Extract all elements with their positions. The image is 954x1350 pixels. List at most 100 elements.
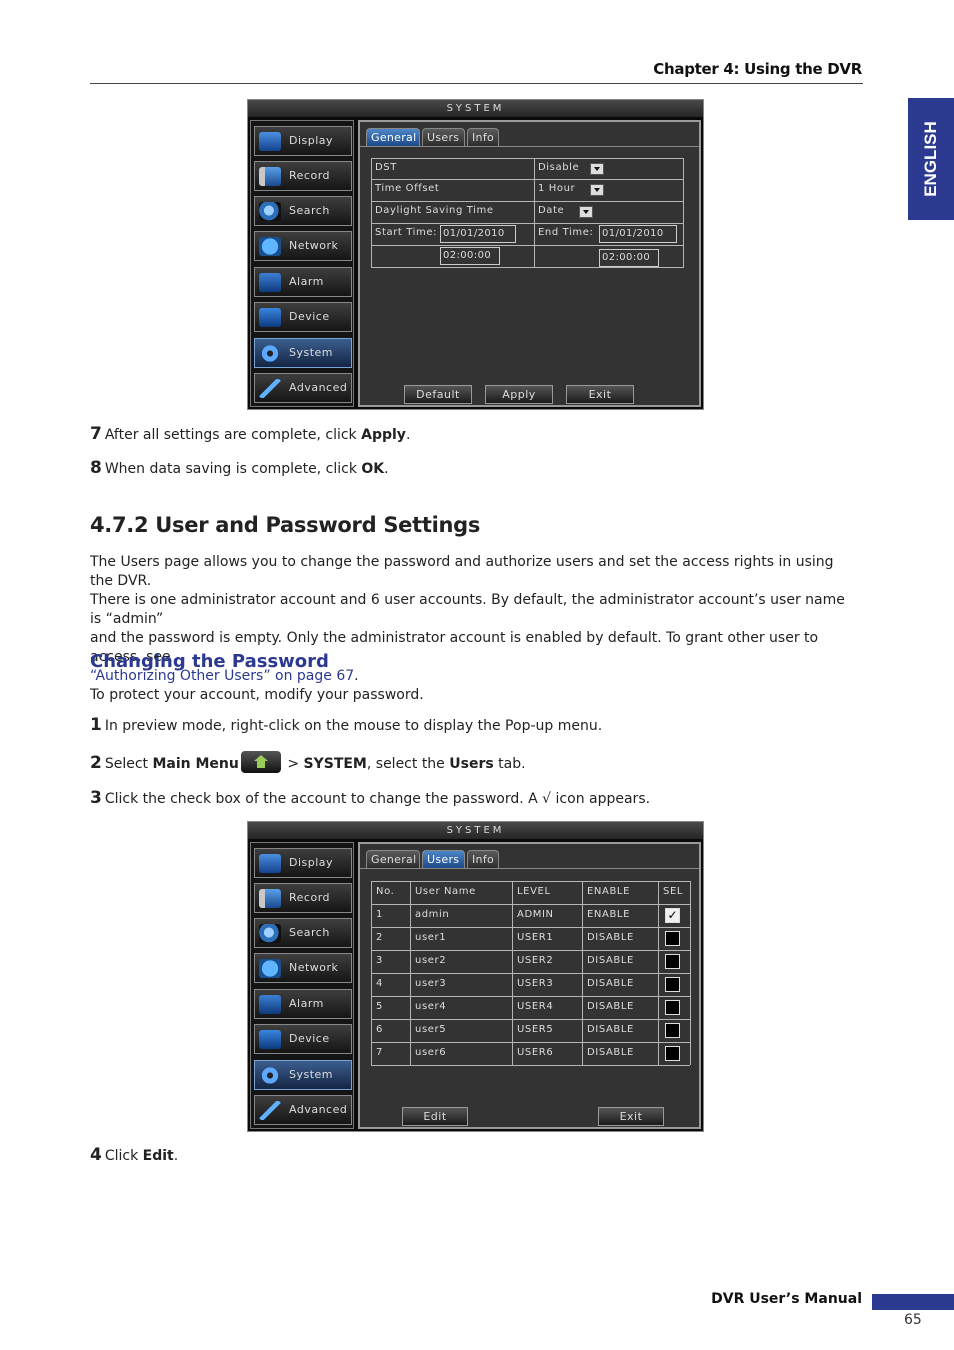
end-date-field[interactable]: 01/01/2010: [599, 225, 677, 243]
nav-alarm[interactable]: Alarm: [254, 989, 352, 1019]
dvr-side-menu: Display Record Search Network Alarm Devi…: [250, 120, 354, 407]
nav-advanced[interactable]: Advanced: [254, 373, 352, 403]
nav-search[interactable]: Search: [254, 196, 352, 226]
nav-network[interactable]: Network: [254, 953, 352, 983]
checkbox[interactable]: [665, 931, 680, 946]
checkbox[interactable]: [665, 954, 680, 969]
magnifier-icon: [259, 202, 281, 221]
subsection-heading: Changing the Password: [90, 651, 329, 672]
table-cell: 6: [376, 1024, 383, 1035]
grid-line: [582, 881, 583, 1065]
default-button[interactable]: Default: [404, 385, 472, 404]
device-icon: [259, 1030, 281, 1049]
table-cell: ADMIN: [517, 909, 554, 920]
checkbox[interactable]: [665, 1046, 680, 1061]
table-cell: DISABLE: [587, 1001, 634, 1012]
table-cell: user5: [415, 1024, 447, 1035]
checkbox[interactable]: [665, 1000, 680, 1015]
step-3: 3 Click the check box of the account to c…: [90, 788, 651, 808]
step-7: 7 After all settings are complete, click …: [90, 424, 411, 444]
table-cell: 7: [376, 1047, 383, 1058]
nav-record[interactable]: Record: [254, 161, 352, 191]
table-cell: USER1: [517, 932, 554, 943]
dvr-system-general-screenshot: SYSTEM Display Record Search Network Ala…: [247, 99, 704, 410]
globe-icon: [259, 959, 281, 978]
column-header: SEL: [663, 886, 684, 897]
end-time-field[interactable]: 02:00:00: [599, 249, 659, 267]
nav-advanced[interactable]: Advanced: [254, 1095, 352, 1125]
time-offset-label: Time Offset: [375, 183, 440, 194]
dst-value[interactable]: Disable: [538, 162, 579, 173]
grid-line: [534, 158, 535, 268]
daylight-saving-value[interactable]: Date: [538, 205, 564, 216]
grid-line: [410, 881, 411, 1065]
checkbox[interactable]: [665, 977, 680, 992]
step-4: 4 Click Edit.: [90, 1145, 179, 1165]
subsection-intro: To protect your account, modify your pas…: [90, 687, 424, 703]
start-time-field[interactable]: 02:00:00: [440, 247, 500, 265]
exit-button[interactable]: Exit: [566, 385, 634, 404]
dvr-system-users-screenshot: SYSTEM Display Record Search Network Ala…: [247, 821, 704, 1132]
grid-line: [371, 881, 372, 1065]
nav-display[interactable]: Display: [254, 848, 352, 878]
dvr-window-title: SYSTEM: [248, 100, 703, 117]
apply-button[interactable]: Apply: [485, 385, 553, 404]
chevron-down-icon[interactable]: [590, 184, 604, 196]
grid-line: [371, 1042, 690, 1043]
nav-network[interactable]: Network: [254, 231, 352, 261]
nav-alarm[interactable]: Alarm: [254, 267, 352, 297]
grid-line: [658, 881, 659, 1065]
gear-icon: [259, 1066, 281, 1085]
column-header: No.: [376, 886, 395, 897]
section-heading: 4.7.2 User and Password Settings: [90, 513, 481, 537]
table-cell: USER5: [517, 1024, 554, 1035]
exit-button[interactable]: Exit: [598, 1107, 664, 1126]
grid-line: [690, 881, 691, 1065]
language-tab: ENGLISH: [908, 98, 954, 220]
nav-display[interactable]: Display: [254, 126, 352, 156]
time-offset-value[interactable]: 1 Hour: [538, 183, 575, 194]
grid-line: [371, 267, 684, 268]
chevron-down-icon[interactable]: [590, 163, 604, 175]
nav-system[interactable]: System: [254, 1060, 352, 1090]
table-cell: admin: [415, 909, 450, 920]
table-cell: 2: [376, 932, 383, 943]
grid-line: [371, 223, 684, 224]
grid-line: [371, 950, 690, 951]
chevron-down-icon[interactable]: [579, 206, 593, 218]
nav-search[interactable]: Search: [254, 918, 352, 948]
nav-record[interactable]: Record: [254, 883, 352, 913]
dvr-content-panel: General Users Info No. User Name LEVEL ENAB…: [358, 842, 701, 1129]
footer-accent-bar: [872, 1294, 954, 1310]
wrench-icon: [259, 1101, 281, 1120]
home-icon: [240, 751, 281, 773]
daylight-saving-label: Daylight Saving Time: [375, 205, 494, 216]
table-cell: user4: [415, 1001, 447, 1012]
film-icon: [259, 889, 281, 908]
table-cell: DISABLE: [587, 955, 634, 966]
nav-device[interactable]: Device: [254, 1024, 352, 1054]
dvr-window-title: SYSTEM: [248, 822, 703, 839]
paragraph-line: There is one administrator account and 6…: [90, 592, 845, 627]
checkbox[interactable]: [665, 1023, 680, 1038]
tab-info[interactable]: Info: [467, 128, 499, 146]
table-cell: 5: [376, 1001, 383, 1012]
alarm-icon: [259, 273, 281, 292]
grid-line: [371, 1065, 690, 1066]
header-rule: [90, 83, 863, 84]
device-icon: [259, 308, 281, 327]
tab-general[interactable]: General: [366, 128, 420, 146]
nav-system[interactable]: System: [254, 338, 352, 368]
table-cell: user6: [415, 1047, 447, 1058]
grid-line: [371, 927, 690, 928]
checkbox-checked[interactable]: ✓: [665, 908, 680, 923]
table-cell: USER3: [517, 978, 554, 989]
tab-users[interactable]: Users: [422, 128, 465, 146]
tab-divider: [360, 146, 699, 147]
chapter-title: Chapter 4: Using the DVR: [653, 60, 862, 78]
table-cell: 4: [376, 978, 383, 989]
grid-line: [371, 881, 690, 882]
edit-button[interactable]: Edit: [402, 1107, 468, 1126]
start-date-field[interactable]: 01/01/2010: [440, 225, 516, 243]
nav-device[interactable]: Device: [254, 302, 352, 332]
